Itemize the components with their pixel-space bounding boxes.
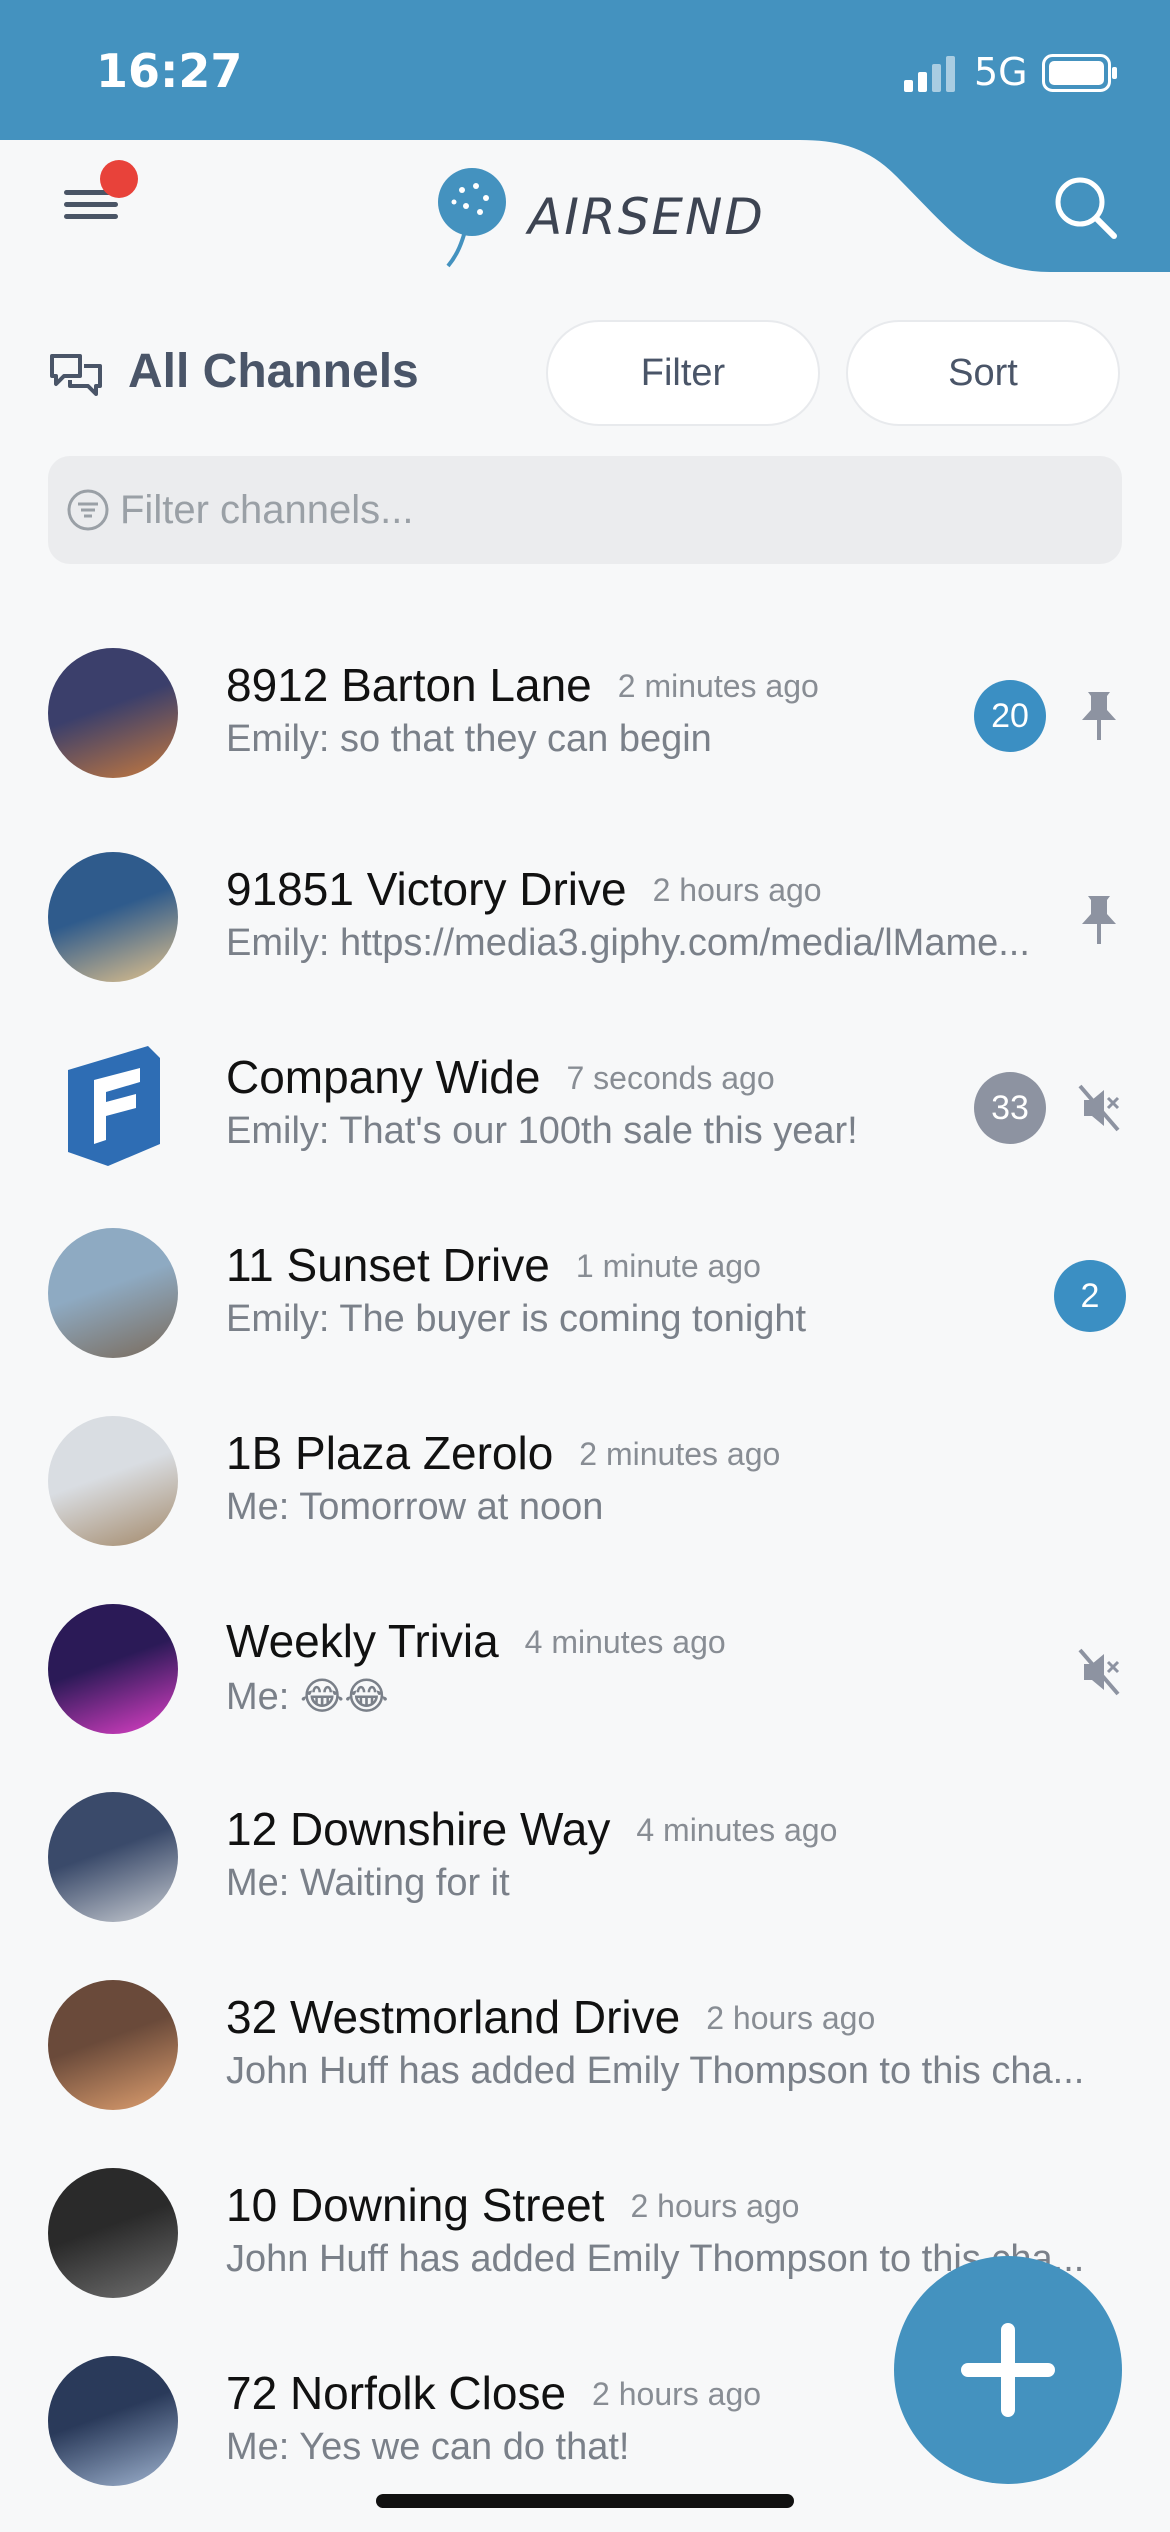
channel-last-message: Emily: That's our 100th sale this year!: [226, 1110, 858, 1152]
filter-button[interactable]: Filter: [546, 320, 820, 426]
page-title: All Channels: [128, 345, 419, 398]
channel-avatar: [48, 648, 178, 778]
muted-icon[interactable]: [1074, 1080, 1124, 1136]
app-title: AIRSEND: [528, 188, 765, 246]
battery-icon: [1042, 54, 1117, 92]
sort-button[interactable]: Sort: [846, 320, 1120, 426]
network-label: 5G: [974, 50, 1028, 94]
channel-name: 8912 Barton Lane 2 minutes ago: [226, 659, 819, 711]
channel-row[interactable]: 8912 Barton Lane 2 minutes ago Emily: so t…: [0, 648, 1170, 808]
channel-timestamp: 2 hours ago: [652, 872, 822, 908]
channel-name: Company Wide 7 seconds ago: [226, 1051, 775, 1103]
channel-name: 91851 Victory Drive 2 hours ago: [226, 863, 822, 915]
channel-avatar: [48, 2356, 178, 2486]
channel-name: Weekly Trivia 4 minutes ago: [226, 1615, 726, 1667]
channel-avatar: [48, 1792, 178, 1922]
channel-row[interactable]: 12 Downshire Way 4 minutes ago Me: Waiting…: [0, 1792, 1170, 1952]
channel-timestamp: 2 hours ago: [706, 2000, 876, 2036]
search-icon[interactable]: [1050, 172, 1120, 242]
channel-timestamp: 2 hours ago: [630, 2188, 800, 2224]
channel-row[interactable]: Weekly Trivia 4 minutes ago Me: 😂😂: [0, 1604, 1170, 1764]
channel-timestamp: 4 minutes ago: [636, 1812, 838, 1848]
channel-timestamp: 7 seconds ago: [566, 1060, 775, 1096]
status-time: 16:27: [96, 44, 243, 98]
channel-timestamp: 2 minutes ago: [579, 1436, 781, 1472]
channel-name: 72 Norfolk Close 2 hours ago: [226, 2367, 762, 2419]
channel-last-message: Emily: so that they can begin: [226, 718, 712, 760]
channels-toolbar: All Channels Filter Sort: [48, 320, 1122, 430]
channel-avatar: [48, 1416, 178, 1546]
filter-channels-input[interactable]: [120, 478, 1100, 542]
channel-timestamp: 4 minutes ago: [524, 1624, 726, 1660]
filter-icon: [67, 489, 109, 531]
channel-name: 32 Westmorland Drive 2 hours ago: [226, 1991, 876, 2043]
channel-avatar: [48, 852, 178, 982]
channel-avatar: [48, 1980, 178, 2110]
unread-badge: 2: [1054, 1260, 1126, 1332]
channel-row[interactable]: Company Wide 7 seconds ago Emily: That's o…: [0, 1040, 1170, 1200]
channel-avatar: [48, 1604, 178, 1734]
menu-icon-line: [64, 202, 118, 207]
pin-icon[interactable]: [1074, 688, 1124, 744]
chat-bubbles-icon: [50, 354, 102, 396]
channel-row[interactable]: 32 Westmorland Drive 2 hours ago John Huff…: [0, 1980, 1170, 2140]
home-indicator: [376, 2494, 794, 2508]
signal-icon: [904, 56, 955, 92]
channel-row[interactable]: 11 Sunset Drive 1 minute ago Emily: The bu…: [0, 1228, 1170, 1388]
channel-avatar: [48, 1228, 178, 1358]
filter-channels-box[interactable]: [48, 456, 1122, 564]
channel-name: 1B Plaza Zerolo 2 minutes ago: [226, 1427, 781, 1479]
company-logo-icon: [48, 1040, 178, 1170]
pin-icon[interactable]: [1074, 892, 1124, 948]
channel-name: 12 Downshire Way 4 minutes ago: [226, 1803, 838, 1855]
plus-icon: [961, 2323, 1055, 2417]
channel-last-message: Me: Tomorrow at noon: [226, 1486, 604, 1528]
channel-name: 11 Sunset Drive 1 minute ago: [226, 1239, 761, 1291]
channel-last-message: Emily: https://media3.giphy.com/media/lM…: [226, 922, 1030, 964]
unread-badge: 33: [974, 1072, 1046, 1144]
channel-last-message: Me: Waiting for it: [226, 1862, 510, 1904]
channel-row[interactable]: 1B Plaza Zerolo 2 minutes ago Me: Tomorrow…: [0, 1416, 1170, 1576]
channel-last-message: Emily: The buyer is coming tonight: [226, 1298, 807, 1340]
channel-last-message: Me: 😂😂: [226, 1676, 389, 1718]
channel-timestamp: 1 minute ago: [575, 1248, 761, 1284]
channel-timestamp: 2 minutes ago: [617, 668, 819, 704]
channel-last-message: John Huff has added Emily Thompson to th…: [226, 2050, 1085, 2092]
channel-name: 10 Downing Street 2 hours ago: [226, 2179, 800, 2231]
new-channel-button[interactable]: [894, 2256, 1122, 2484]
notification-dot: [100, 160, 138, 198]
muted-icon[interactable]: [1074, 1644, 1124, 1700]
menu-icon-line: [64, 214, 118, 219]
channel-avatar: [48, 2168, 178, 2298]
channel-row[interactable]: 91851 Victory Drive 2 hours ago Emily: htt…: [0, 852, 1170, 1012]
unread-badge: 20: [974, 680, 1046, 752]
status-bar: 16:27 5G: [0, 0, 1170, 140]
channel-timestamp: 2 hours ago: [592, 2376, 762, 2412]
